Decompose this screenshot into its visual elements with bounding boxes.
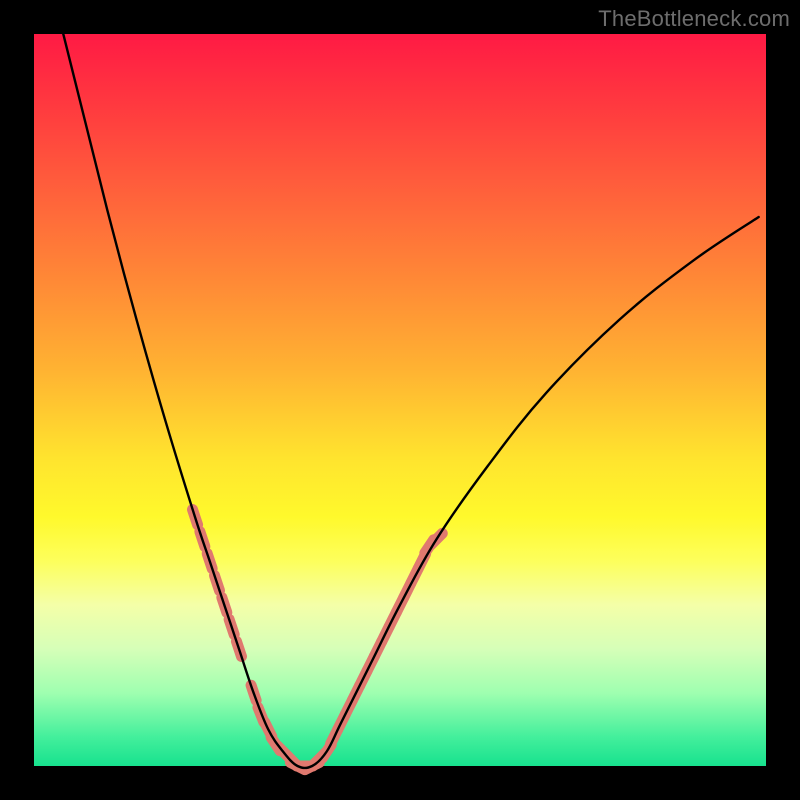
bottleneck-curve [56,5,759,768]
plot-area [34,34,766,766]
chart-svg [34,34,766,766]
overlay-markers [193,510,443,770]
watermark-text: TheBottleneck.com [598,6,790,32]
chart-frame: TheBottleneck.com [0,0,800,800]
